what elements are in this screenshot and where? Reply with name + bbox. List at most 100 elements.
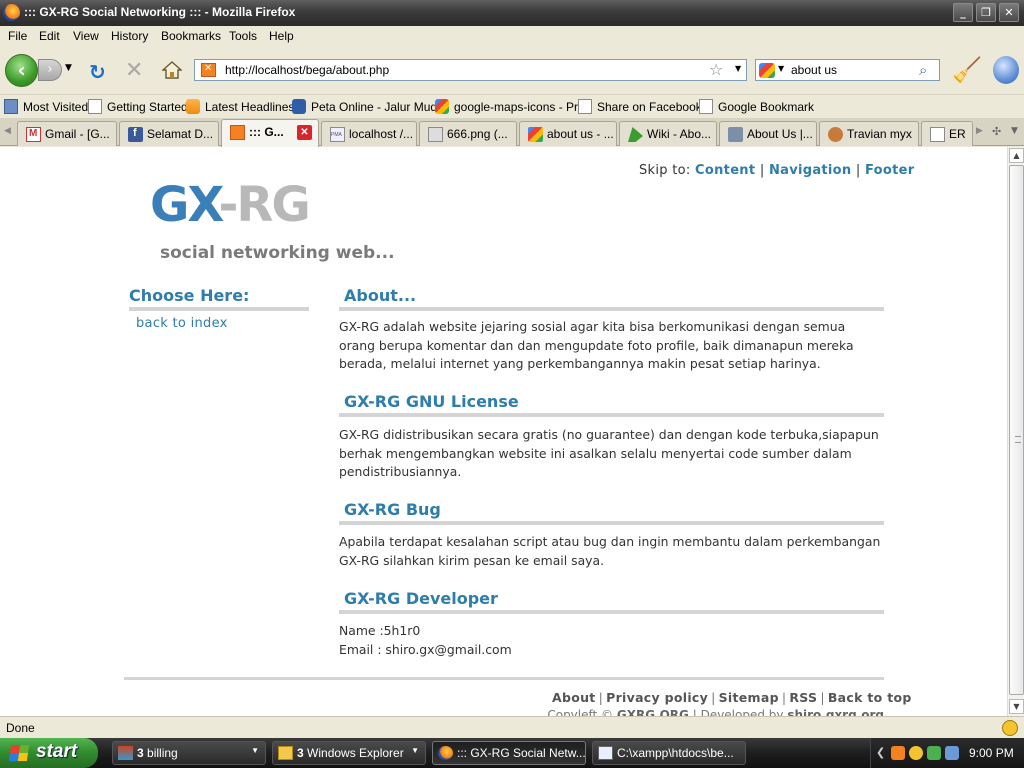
image-icon [428, 127, 443, 142]
bookmark-google-bookmark[interactable]: Google Bookmark [699, 99, 814, 114]
search-icon[interactable]: ⌕ [919, 61, 927, 79]
back-button[interactable]: ‹ [5, 54, 38, 87]
tab-about-us-google[interactable]: about us - ... [519, 121, 617, 146]
url-dropdown-icon[interactable]: ▼ [735, 64, 741, 73]
section-heading-license: GX-RG GNU License [339, 392, 884, 417]
taskbar-windows-explorer[interactable]: 3 Windows Explorer ▼ [272, 741, 426, 765]
taskbar-firefox[interactable]: ::: GX-RG Social Netw... [432, 741, 586, 765]
skip-links: Skip to: Content | Navigation | Footer [639, 163, 915, 178]
bookmark-label: google-maps-icons - Pr... [454, 100, 588, 114]
site-logo[interactable]: GX-RG [150, 177, 311, 233]
menu-tools[interactable]: Tools [229, 29, 257, 43]
logo-gx: GX [150, 177, 220, 233]
menu-edit[interactable]: Edit [39, 29, 60, 43]
forward-button[interactable]: › [38, 59, 62, 81]
skip-content-link[interactable]: Content [695, 163, 755, 178]
sidebar-heading: Choose Here: [129, 286, 309, 311]
tab-gx-rg-active[interactable]: ::: G... ✕ [221, 119, 319, 147]
copyright-developer[interactable]: shiro.gxrg.org [787, 708, 884, 716]
google-icon [528, 127, 543, 142]
stop-icon[interactable]: ✕ [125, 58, 143, 83]
tray-expand-icon[interactable]: ❮ [876, 746, 885, 759]
bookmark-google-maps-icons[interactable]: google-maps-icons - Pr... [435, 99, 587, 114]
tab-wiki[interactable]: Wiki - Abo... [619, 121, 717, 146]
bookmark-most-visited[interactable]: Most Visited [4, 99, 88, 114]
taskbar-billing[interactable]: 3 billing ▼ [112, 741, 266, 765]
menu-bookmarks[interactable]: Bookmarks [161, 29, 221, 43]
url-text[interactable]: http://localhost/bega/about.php [225, 63, 389, 77]
separator: | [711, 690, 716, 705]
bookmark-getting-started[interactable]: Getting Started [88, 99, 188, 114]
footer-rss-link[interactable]: RSS [789, 690, 817, 705]
tab-dropdown-icon[interactable]: ▼ [1011, 126, 1018, 136]
page-icon [699, 99, 713, 114]
bookmark-label: Share on Facebook [597, 100, 702, 114]
bookmark-peta-online[interactable]: Peta Online - Jalur Mud... [292, 99, 447, 114]
footer-privacy-link[interactable]: Privacy policy [606, 690, 708, 705]
engine-dropdown-icon[interactable]: ▼ [778, 64, 784, 73]
task-label: billing [143, 746, 178, 760]
footer-sitemap-link[interactable]: Sitemap [719, 690, 779, 705]
billing-icon [118, 746, 133, 760]
task-count: 3 [137, 746, 144, 760]
close-tab-icon[interactable]: ✕ [297, 125, 312, 140]
tab-label: 666.png (... [447, 127, 508, 141]
tab-facebook[interactable]: Selamat D... [119, 121, 219, 146]
menu-history[interactable]: History [111, 29, 148, 43]
taskbar-notepad[interactable]: C:\xampp\htdocs\be... [592, 741, 746, 765]
google-engine-icon[interactable] [759, 63, 775, 78]
tab-about-us[interactable]: About Us |... [719, 121, 817, 146]
footer-about-link[interactable]: About [552, 690, 596, 705]
maximize-button[interactable]: ❐ [976, 3, 996, 22]
scrollbar-thumb[interactable] [1009, 165, 1024, 695]
tab-localhost[interactable]: localhost /... [321, 121, 417, 146]
bookmark-latest-headlines[interactable]: Latest Headlines [186, 99, 294, 114]
home-icon[interactable] [162, 61, 182, 79]
bookmark-share-on-facebook[interactable]: Share on Facebook [578, 99, 702, 114]
skip-footer-link[interactable]: Footer [865, 163, 914, 178]
close-window-button[interactable]: ✕ [999, 3, 1019, 22]
tab-gmail[interactable]: Gmail - [G... [17, 121, 117, 146]
scroll-up-icon[interactable]: ▲ [1009, 148, 1024, 163]
menu-file[interactable]: File [8, 29, 27, 43]
tab-scroll-left-icon[interactable]: ◀ [4, 126, 11, 136]
tab-er[interactable]: ER [921, 121, 973, 146]
monitor-tray-icon[interactable] [945, 746, 959, 760]
addon-icon[interactable] [993, 56, 1019, 84]
google-icon [435, 99, 449, 114]
back-to-index-link[interactable]: back to index [136, 316, 228, 331]
tab-666-png[interactable]: 666.png (... [419, 121, 517, 146]
menu-help[interactable]: Help [269, 29, 294, 43]
messenger-tray-icon[interactable] [909, 746, 923, 760]
menu-view[interactable]: View [73, 29, 99, 43]
network-tray-icon[interactable] [927, 746, 941, 760]
start-label: start [36, 741, 78, 762]
url-bar[interactable]: http://localhost/bega/about.php ☆ ▼ [194, 59, 747, 81]
start-button[interactable]: start [0, 738, 98, 768]
tab-bar: ◀ Gmail - [G... Selamat D... ::: G... ✕ l… [0, 118, 1024, 147]
tab-scroll-right-icon[interactable]: ▶ [976, 126, 983, 136]
minimize-button[interactable]: _ [953, 3, 973, 22]
bookmark-label: Getting Started [107, 100, 188, 114]
search-bar[interactable]: ▼ about us ⌕ [755, 59, 940, 81]
system-tray: ❮ 9:00 PM [870, 738, 1024, 768]
scroll-down-icon[interactable]: ▼ [1009, 699, 1024, 714]
skip-navigation-link[interactable]: Navigation [769, 163, 852, 178]
copyright-org[interactable]: GXRG.ORG [617, 708, 689, 716]
search-input[interactable]: about us [791, 63, 837, 77]
clear-history-broom-icon[interactable]: 🧹 [952, 56, 982, 84]
windows-logo-icon [8, 745, 30, 761]
reload-icon[interactable]: ↻ [89, 60, 106, 84]
vertical-scrollbar[interactable]: ▲ ▼ [1007, 147, 1024, 716]
tab-list-icon[interactable]: ✣ [992, 125, 1001, 138]
footer-back-to-top-link[interactable]: Back to top [828, 690, 912, 705]
xampp-tray-icon[interactable] [891, 746, 905, 760]
history-dropdown-icon[interactable]: ▼ [65, 63, 72, 73]
smiley-addon-icon[interactable] [1002, 720, 1018, 736]
logo-rg: -RG [218, 177, 311, 233]
facebook-icon [128, 127, 143, 142]
section-body-bug: Apabila terdapat kesalahan script atau b… [339, 534, 881, 568]
tab-travian[interactable]: Travian myx [819, 121, 919, 146]
bookmark-star-icon[interactable]: ☆ [709, 60, 723, 79]
bookmark-label: Latest Headlines [205, 100, 295, 114]
